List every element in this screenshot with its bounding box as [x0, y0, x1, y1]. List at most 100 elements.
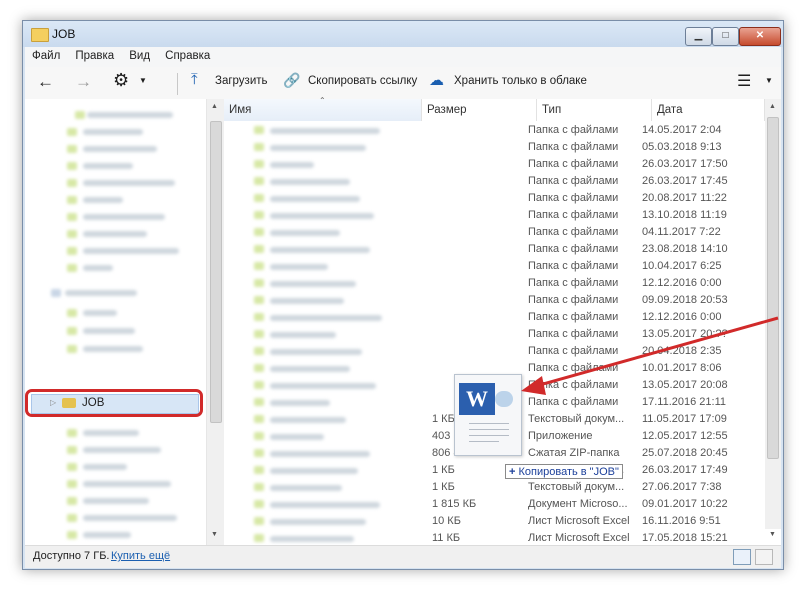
content-scroll-thumb[interactable]: [767, 117, 779, 459]
nav-item[interactable]: [83, 430, 139, 436]
nav-item[interactable]: [83, 129, 143, 135]
nav-item[interactable]: [83, 163, 133, 169]
file-date: 12.12.2016 0:00: [642, 311, 722, 323]
menu-view[interactable]: Вид: [122, 47, 155, 62]
folder-icon: [67, 213, 77, 221]
table-row[interactable]: Папка с файлами 09.09.2018 20:53: [224, 292, 765, 309]
nav-item[interactable]: [83, 197, 123, 203]
scroll-down-icon[interactable]: ▼: [769, 531, 776, 538]
file-date: 26.03.2017 17:45: [642, 175, 728, 187]
file-name: [270, 349, 362, 355]
table-row[interactable]: Папка с файлами 26.03.2017 17:45: [224, 173, 765, 190]
table-row[interactable]: 10 КБ Лист Microsoft Excel 16.11.2016 9:51: [224, 513, 765, 530]
scroll-up-icon[interactable]: ▲: [769, 103, 776, 110]
table-row[interactable]: 1 815 КБ Документ Microso... 09.01.2017 10…: [224, 496, 765, 513]
menu-file[interactable]: Файл: [25, 47, 65, 62]
content-scrollbar[interactable]: ▲ ▼: [765, 99, 781, 538]
column-header-size[interactable]: Размер: [422, 99, 537, 121]
nav-scrollbar[interactable]: ▲ ▼: [206, 99, 224, 545]
nav-item[interactable]: [83, 532, 131, 538]
file-type: Папка с файлами: [528, 209, 619, 221]
table-row[interactable]: Папка с файлами 20.08.2017 11:22: [224, 190, 765, 207]
menu-help[interactable]: Справка: [158, 47, 215, 62]
table-row[interactable]: Папка с файлами 05.03.2018 9:13: [224, 139, 765, 156]
storage-available: Доступно 7 ГБ.: [33, 550, 110, 562]
table-row[interactable]: Папка с файлами 12.12.2016 0:00: [224, 275, 765, 292]
back-arrow-icon[interactable]: ←: [37, 72, 54, 92]
cloud-only-button[interactable]: Хранить только в облаке: [454, 75, 587, 87]
folder-icon: [254, 245, 264, 253]
chevron-down-icon[interactable]: ▼: [139, 76, 147, 85]
file-type: Сжатая ZIP-папка: [528, 447, 620, 459]
folder-icon: [67, 128, 77, 136]
file-type: Папка с файлами: [528, 311, 619, 323]
doc-line: [469, 429, 509, 430]
file-name: [270, 264, 328, 270]
nav-item[interactable]: [83, 328, 135, 334]
close-button[interactable]: ✕: [739, 27, 781, 46]
file-date: 12.05.2017 12:55: [642, 430, 728, 442]
nav-item[interactable]: [83, 464, 127, 470]
menu-edit[interactable]: Правка: [68, 47, 119, 62]
dragged-word-document[interactable]: W: [454, 374, 522, 456]
minimize-button[interactable]: ▁: [685, 27, 712, 46]
nav-item[interactable]: [83, 515, 177, 521]
table-row[interactable]: 1 КБ Текстовый докум... 27.06.2017 7:38: [224, 479, 765, 496]
nav-item[interactable]: [83, 248, 179, 254]
nav-item[interactable]: [83, 180, 175, 186]
file-date: 25.07.2018 20:45: [642, 447, 728, 459]
file-date: 23.08.2018 14:10: [642, 243, 728, 255]
table-row[interactable]: Папка с файлами 20.04.2018 2:35: [224, 343, 765, 360]
nav-item[interactable]: [87, 112, 173, 118]
forward-arrow-icon[interactable]: →: [75, 72, 92, 92]
folder-icon: [67, 345, 77, 353]
folder-icon: [67, 429, 77, 437]
upload-button[interactable]: Загрузить: [215, 75, 268, 87]
table-row[interactable]: Папка с файлами 13.10.2018 11:19: [224, 207, 765, 224]
details-view-icon[interactable]: [733, 549, 751, 565]
table-row[interactable]: Папка с файлами 12.12.2016 0:00: [224, 309, 765, 326]
view-options-chevron-icon[interactable]: ▼: [765, 76, 773, 85]
scroll-up-icon[interactable]: ▲: [211, 103, 218, 110]
table-row[interactable]: Папка с файлами 26.03.2017 17:50: [224, 156, 765, 173]
file-type: Папка с файлами: [528, 192, 619, 204]
column-header-date[interactable]: Дата: [652, 99, 765, 121]
folder-icon: [254, 330, 264, 338]
table-row[interactable]: Папка с файлами 23.08.2018 14:10: [224, 241, 765, 258]
link-icon[interactable]: 🔗: [283, 72, 300, 89]
nav-item[interactable]: [83, 346, 143, 352]
nav-item[interactable]: [83, 265, 113, 271]
scroll-down-icon[interactable]: ▼: [211, 531, 218, 538]
table-row[interactable]: Папка с файлами 13.05.2017 20:??: [224, 326, 765, 343]
nav-item[interactable]: [83, 310, 117, 316]
nav-item[interactable]: [65, 290, 137, 296]
copy-link-button[interactable]: Скопировать ссылку: [308, 75, 417, 87]
folder-icon: [254, 364, 264, 372]
nav-item[interactable]: [83, 498, 149, 504]
folder-icon: [254, 126, 264, 134]
gear-icon[interactable]: ⚙: [113, 70, 129, 91]
table-row[interactable]: Папка с файлами 14.05.2017 2:04: [224, 122, 765, 139]
buy-more-link[interactable]: Купить ещё: [111, 550, 170, 562]
file-name: [270, 281, 356, 287]
navigation-pane[interactable]: ▷ JOB: [25, 99, 207, 545]
upload-icon[interactable]: ⤒: [191, 71, 198, 88]
nav-item[interactable]: [83, 146, 157, 152]
maximize-button[interactable]: □: [712, 27, 739, 46]
table-row[interactable]: Папка с файлами 10.04.2017 6:25: [224, 258, 765, 275]
nav-item[interactable]: [83, 231, 147, 237]
title-bar[interactable]: JOB ▁ □ ✕: [23, 21, 783, 47]
nav-item[interactable]: [83, 447, 161, 453]
nav-scroll-thumb[interactable]: [210, 121, 222, 423]
cloud-icon[interactable]: ☁: [429, 71, 444, 89]
tiles-view-icon[interactable]: [755, 549, 773, 565]
column-header-type[interactable]: Тип: [537, 99, 652, 121]
nav-item[interactable]: [83, 481, 171, 487]
file-type: Документ Microso...: [528, 498, 628, 510]
nav-item[interactable]: [83, 214, 165, 220]
view-options-icon[interactable]: ☰: [737, 71, 751, 91]
file-date: 27.06.2017 7:38: [642, 481, 722, 493]
folder-icon: [67, 309, 77, 317]
table-row[interactable]: Папка с файлами 04.11.2017 7:22: [224, 224, 765, 241]
table-row[interactable]: 1 КБТекстовый докум...26.03.2017 17:49: [224, 462, 765, 479]
